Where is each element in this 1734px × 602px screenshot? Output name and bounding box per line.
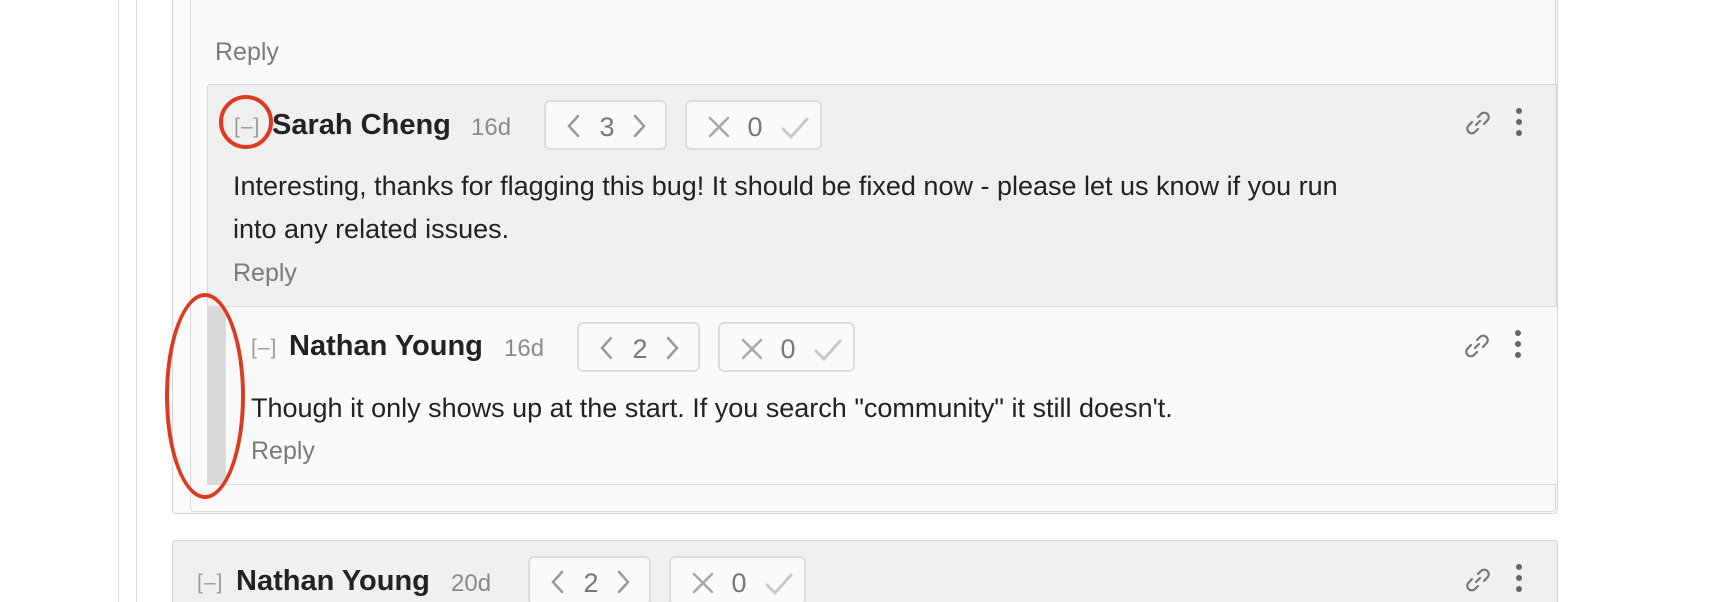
chevron-right-icon[interactable]	[664, 336, 680, 360]
comment-age[interactable]: 20d	[451, 570, 491, 598]
agreement-score: 0	[780, 334, 796, 364]
link-icon[interactable]	[1464, 109, 1492, 137]
reply-link[interactable]: Reply	[251, 437, 315, 466]
reply-link[interactable]: Reply	[233, 259, 297, 288]
collapse-toggle[interactable]: [–]	[197, 571, 223, 595]
chevron-left-icon[interactable]	[550, 570, 566, 594]
karma-vote: 2	[528, 556, 651, 602]
agreement-score: 0	[747, 112, 763, 142]
agreement-vote: 0	[685, 100, 822, 150]
comment-body-line: into any related issues.	[233, 214, 510, 244]
check-icon[interactable]	[765, 572, 793, 596]
check-icon[interactable]	[781, 116, 809, 140]
comment-age[interactable]: 16d	[471, 114, 511, 142]
more-vertical-icon[interactable]	[1513, 107, 1525, 137]
more-vertical-icon[interactable]	[1513, 563, 1525, 593]
x-icon[interactable]	[740, 337, 764, 361]
comment-body-line: Interesting, thanks for flagging this bu…	[233, 171, 1338, 201]
x-icon[interactable]	[707, 115, 731, 139]
collapse-toggle[interactable]: [–]	[251, 336, 277, 360]
karma-vote: 2	[577, 322, 700, 372]
nested-comment: [–] Nathan Young 16d 2 0 Though it only …	[207, 306, 1557, 485]
comment-body-line: Though it only shows up at the start. If…	[251, 393, 1173, 423]
chevron-left-icon[interactable]	[599, 336, 615, 360]
collapse-toggle[interactable]: [–]	[234, 115, 260, 139]
karma-vote: 3	[544, 100, 667, 150]
agreement-score: 0	[731, 568, 747, 598]
link-icon[interactable]	[1463, 332, 1491, 360]
comment-author[interactable]: Nathan Young	[289, 330, 483, 363]
reply-link[interactable]: Reply	[215, 38, 279, 67]
agreement-vote: 0	[669, 556, 806, 602]
chevron-right-icon[interactable]	[615, 570, 631, 594]
comment-author[interactable]: Nathan Young	[236, 565, 430, 598]
link-icon[interactable]	[1464, 566, 1492, 594]
comment: [–] Nathan Young 20d 2 0	[172, 540, 1558, 602]
thread-collapse-bar[interactable]	[207, 307, 226, 485]
thread-border-left	[136, 0, 137, 602]
page-border-left	[118, 0, 119, 602]
chevron-right-icon[interactable]	[631, 114, 647, 138]
comment-author[interactable]: Sarah Cheng	[272, 109, 451, 142]
chevron-left-icon[interactable]	[566, 114, 582, 138]
x-icon[interactable]	[691, 571, 715, 595]
more-vertical-icon[interactable]	[1512, 329, 1524, 359]
comment-age[interactable]: 16d	[504, 335, 544, 363]
check-icon[interactable]	[814, 338, 842, 362]
karma-score: 2	[583, 568, 599, 598]
karma-score: 2	[632, 334, 648, 364]
karma-score: 3	[599, 112, 615, 142]
agreement-vote: 0	[718, 322, 855, 372]
